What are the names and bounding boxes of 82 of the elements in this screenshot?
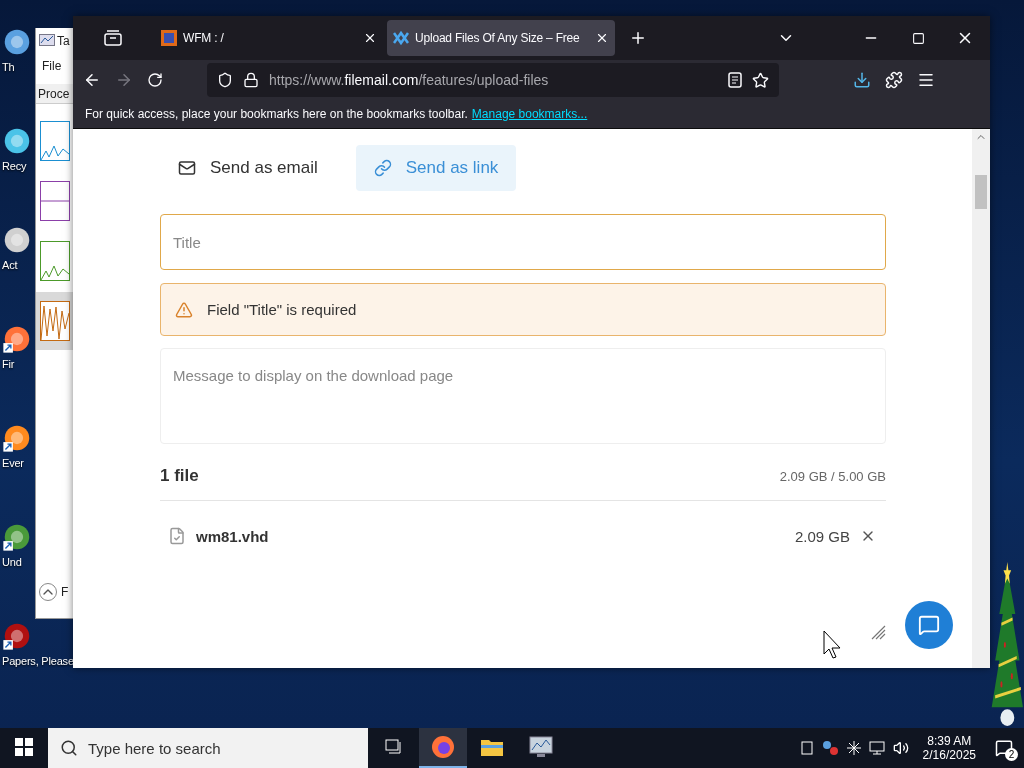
speech-bubble-icon [995, 739, 1013, 757]
usage-graph-drawing[interactable] [40, 121, 70, 161]
title-field[interactable]: Title [160, 214, 886, 270]
error-message: Field "Title" is required [207, 301, 357, 318]
download-icon[interactable] [853, 71, 871, 89]
back-icon[interactable] [83, 71, 101, 89]
notifications-button[interactable]: 2 [990, 733, 1018, 763]
windows-logo-icon [15, 738, 33, 756]
app-icon[interactable] [2, 126, 32, 156]
site-icon [161, 30, 177, 46]
app-icon[interactable] [2, 27, 32, 57]
app-icon[interactable] [2, 225, 32, 255]
search-field[interactable]: Type here to search [48, 728, 368, 768]
monitor-chart-icon [529, 736, 553, 758]
address-bar[interactable]: https://www.filemail.com/features/upload-files [207, 63, 779, 97]
desktop-icon-label[interactable]: Act [2, 259, 18, 271]
maximize-icon[interactable] [912, 31, 925, 45]
desktop-icon-label[interactable]: Und [2, 556, 22, 568]
usage-graph-drawing[interactable] [40, 241, 70, 281]
resize-handle-icon[interactable] [870, 624, 886, 640]
envelope-icon [178, 159, 196, 177]
manage-bookmarks-link[interactable]: Manage bookmarks... [471, 107, 588, 121]
file-icon [168, 527, 186, 545]
new-tab-icon[interactable] [629, 29, 647, 47]
shortcut-app-icon[interactable] [2, 522, 32, 552]
volume-icon [892, 740, 909, 756]
file-count: 1 file [160, 466, 199, 486]
clock-date: 2/16/2025 [922, 748, 976, 762]
clock-time: 8:39 AM [927, 734, 972, 748]
shield-icon [217, 72, 233, 88]
graph-item[interactable] [36, 292, 74, 350]
browser-tab[interactable]: Upload Files Of Any Size – Free [387, 20, 615, 56]
shortcut-app-icon[interactable] [2, 621, 32, 651]
search-icon [60, 739, 78, 757]
reader-view-icon [728, 72, 742, 88]
storage-usage: 2.09 GB / 5.00 GB [779, 468, 886, 484]
file-name: wm81.vhd [196, 527, 270, 545]
tablet-icon [800, 741, 813, 755]
fox-globe-icon [431, 735, 455, 759]
desktop-icon-label[interactable]: Fir [2, 358, 15, 370]
url-text: https://www.filemail.com/features/upload-files [269, 72, 550, 88]
browser-tab[interactable]: WFM : / [155, 20, 383, 56]
desktop-icon-label[interactable]: Recy [2, 160, 27, 172]
taskbar-app-button[interactable] [419, 728, 467, 768]
scrollbar[interactable] [972, 129, 990, 668]
shortcut-app-icon[interactable] [2, 324, 32, 354]
bookmarks-hint: For quick access, place your bookmarks here on the bookmarks toolbar. [85, 107, 468, 121]
network-icon [868, 741, 885, 755]
mouse-cursor-icon [823, 630, 843, 660]
desktop-icon-label[interactable]: Ever [2, 457, 24, 469]
usage-graph-drawing[interactable] [40, 181, 70, 221]
close-tab-icon [595, 31, 609, 45]
menu-icon[interactable] [917, 71, 935, 89]
extensions-icon[interactable] [885, 71, 903, 89]
message-field[interactable]: Message to display on the download page [160, 348, 886, 444]
send-option-tab[interactable]: Send as email [160, 145, 336, 191]
reload-icon[interactable] [147, 72, 163, 88]
desktop-icon-label[interactable]: Th [2, 61, 15, 73]
folder-icon [480, 737, 504, 757]
notification-count: 2 [1005, 748, 1018, 761]
lock-icon [243, 72, 259, 88]
file-size: 2.09 GB [794, 527, 850, 545]
shortcut-app-icon[interactable] [2, 423, 32, 453]
chat-icon [918, 614, 940, 636]
tab[interactable]: Proce [36, 84, 74, 104]
desktop-icon-label[interactable]: Papers, Please [2, 655, 74, 667]
link-icon [373, 159, 392, 177]
menu-item[interactable]: File [42, 59, 62, 73]
task-view-icon [385, 739, 403, 755]
forward-icon[interactable] [115, 71, 133, 89]
clock[interactable]: 8:39 AM 2/16/2025 [922, 734, 976, 762]
site-icon [393, 30, 409, 46]
task-manager-icon [39, 34, 55, 48]
footer-label[interactable]: F [61, 585, 69, 599]
star-icon [752, 71, 769, 89]
asterisk-icon [846, 741, 861, 755]
tab-tray-icon[interactable] [104, 30, 122, 46]
warning-icon [175, 300, 193, 319]
scrollbar-thumb[interactable] [975, 175, 987, 209]
window-title: Ta [57, 34, 70, 48]
close-tab-icon [363, 31, 377, 45]
usage-graph-drawing[interactable] [40, 301, 70, 341]
